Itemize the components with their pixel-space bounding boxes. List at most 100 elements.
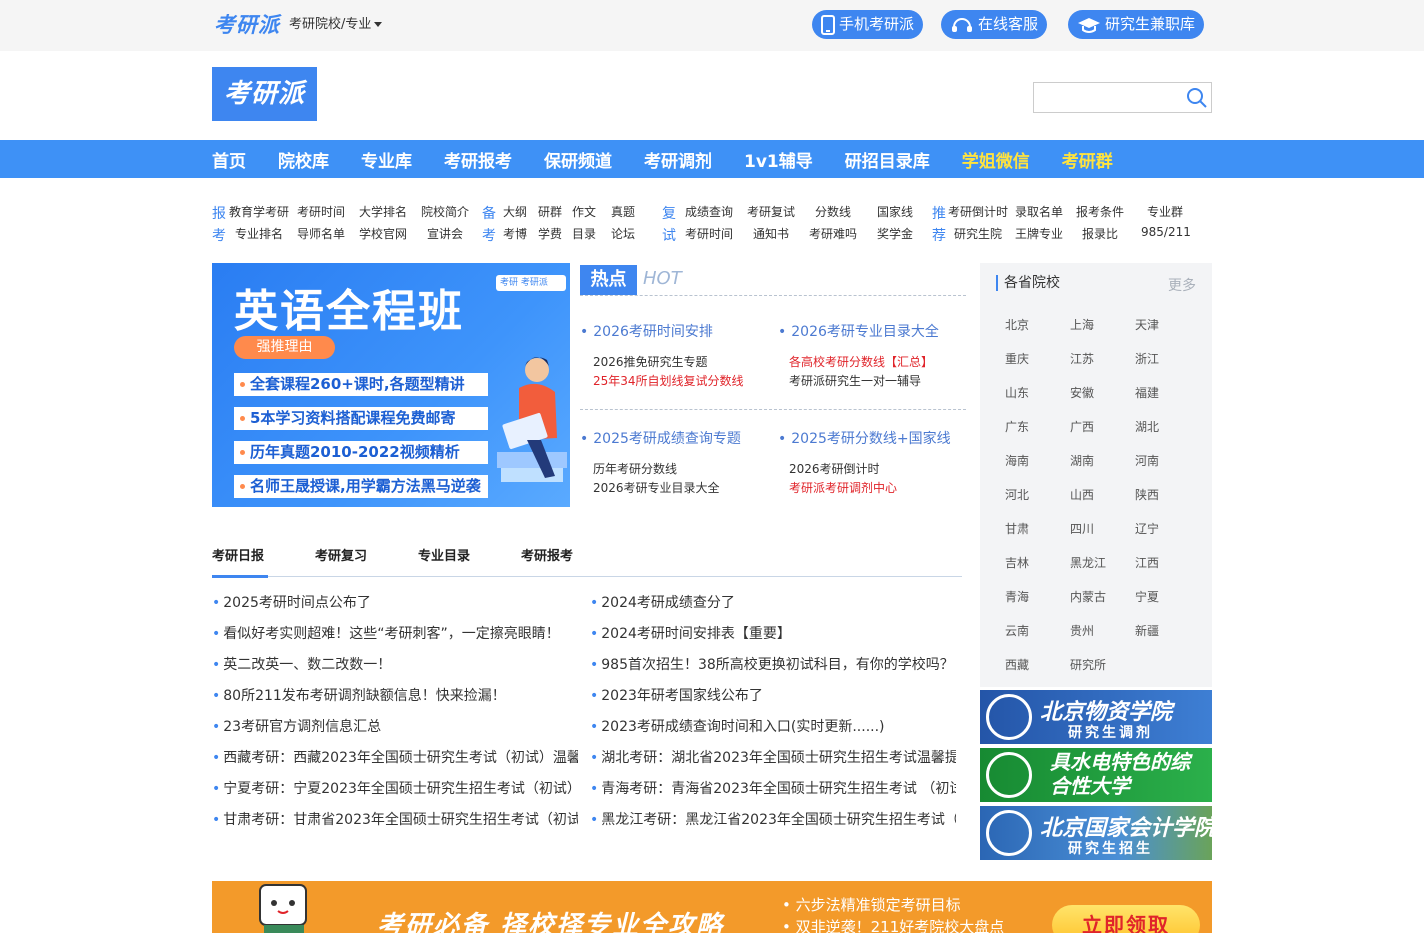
news-item[interactable]: 黑龙江考研：黑龙江省2023年全国硕士研究生招生考试（ <box>590 809 956 829</box>
bottom-banner-ad[interactable]: 考研必备 择校择专业全攻略 六步法精准锁定考研目标 双非逆袭！211好考院校大盘… <box>212 881 1212 933</box>
side-ad-1[interactable]: 北京物资学院 研究生调剂 <box>980 690 1212 744</box>
province-link[interactable]: 湖北 <box>1135 418 1159 435</box>
quick-link[interactable]: 专业排名 <box>235 225 283 242</box>
hot-link[interactable]: 考研派考研调剂中心 <box>789 479 897 496</box>
province-link[interactable]: 江苏 <box>1070 350 1094 367</box>
quick-link[interactable]: 考研难吗 <box>809 225 857 242</box>
hot-link[interactable]: 考研派研究生一对一辅导 <box>789 372 921 389</box>
quick-link[interactable]: 宣讲会 <box>427 225 463 242</box>
province-link[interactable]: 内蒙古 <box>1070 588 1106 605</box>
school-major-select[interactable]: 考研院校/专业 <box>289 13 383 32</box>
hot-link[interactable]: 25年34所自划线复试分数线 <box>593 372 744 389</box>
province-link[interactable]: 吉林 <box>1005 554 1029 571</box>
top-logo[interactable]: 考研派 <box>214 9 280 39</box>
news-item[interactable]: 宁夏考研：宁夏2023年全国硕士研究生招生考试（初试） <box>212 778 578 798</box>
province-link[interactable]: 广东 <box>1005 418 1029 435</box>
news-item[interactable]: 2025考研时间点公布了 <box>212 592 578 612</box>
quick-link[interactable]: 考研倒计时 <box>948 203 1008 220</box>
quick-link[interactable]: 985/211 <box>1141 225 1191 239</box>
quick-link[interactable]: 教育学考研 <box>229 203 289 220</box>
province-link[interactable]: 甘肃 <box>1005 520 1029 537</box>
quick-link[interactable]: 考研时间 <box>685 225 733 242</box>
hot-link[interactable]: 2026考研专业目录大全 <box>593 479 720 496</box>
nav-apply[interactable]: 考研报考 <box>444 147 512 172</box>
news-item[interactable]: 2023考研成绩查询时间和入口(实时更新......) <box>590 716 956 736</box>
quick-link[interactable]: 报考条件 <box>1076 203 1124 220</box>
hot-title[interactable]: 2025考研分数线+国家线 <box>778 428 950 448</box>
quick-link[interactable]: 论坛 <box>611 225 635 242</box>
quick-link[interactable]: 录取名单 <box>1015 203 1063 220</box>
province-link[interactable]: 天津 <box>1135 316 1159 333</box>
news-item[interactable]: 985首次招生！38所高校更换初试科目，有你的学校吗？ <box>590 654 956 674</box>
mobile-button[interactable]: 手机考研派 <box>812 10 924 39</box>
province-link[interactable]: 上海 <box>1070 316 1094 333</box>
quick-link[interactable]: 大学排名 <box>359 203 407 220</box>
province-link[interactable]: 云南 <box>1005 622 1029 639</box>
quick-link[interactable]: 考研复试 <box>747 203 795 220</box>
news-item[interactable]: 80所211发布考研调剂缺额信息！快来捡漏！ <box>212 685 578 705</box>
province-link[interactable]: 湖南 <box>1070 452 1094 469</box>
quick-link[interactable]: 学校官网 <box>359 225 407 242</box>
province-link[interactable]: 浙江 <box>1135 350 1159 367</box>
quick-link[interactable]: 真题 <box>611 203 635 220</box>
tab-catalog[interactable]: 专业目录 <box>418 545 470 564</box>
quick-link[interactable]: 作文 <box>572 203 596 220</box>
province-link[interactable]: 江西 <box>1135 554 1159 571</box>
news-item[interactable]: 看似好考实则超难！这些“考研刺客”，一定擦亮眼睛！ <box>212 623 578 643</box>
hot-link[interactable]: 2026考研倒计时 <box>789 460 880 477</box>
main-logo[interactable]: 考研派 <box>212 67 317 121</box>
quick-link[interactable]: 导师名单 <box>297 225 345 242</box>
parttime-library-button[interactable]: 研究生兼职库 <box>1068 10 1205 39</box>
news-item[interactable]: 湖北考研：湖北省2023年全国硕士研究生招生考试温馨提 <box>590 747 956 767</box>
quick-link[interactable]: 研群 <box>538 203 562 220</box>
quick-link[interactable]: 奖学金 <box>877 225 913 242</box>
tab-apply[interactable]: 考研报考 <box>521 545 573 564</box>
english-course-banner[interactable]: 英语全程班 考研 考研派 强推理由 全套课程260+课时,各题型精讲 5本学习资… <box>212 263 570 507</box>
hot-title[interactable]: 2026考研时间安排 <box>580 321 713 341</box>
nav-recommend[interactable]: 保研频道 <box>544 147 612 172</box>
nav-wechat[interactable]: 学姐微信 <box>962 147 1030 172</box>
nav-home[interactable]: 首页 <box>212 147 246 172</box>
nav-adjust[interactable]: 考研调剂 <box>644 147 712 172</box>
province-link[interactable]: 河南 <box>1135 452 1159 469</box>
news-item[interactable]: 23考研官方调剂信息汇总 <box>212 716 578 736</box>
online-service-button[interactable]: 在线客服 <box>941 10 1048 39</box>
province-link[interactable]: 研究所 <box>1070 656 1106 673</box>
province-link[interactable]: 北京 <box>1005 316 1029 333</box>
quick-link[interactable]: 成绩查询 <box>685 203 733 220</box>
hot-title[interactable]: 2026考研专业目录大全 <box>778 321 939 341</box>
province-link[interactable]: 山西 <box>1070 486 1094 503</box>
nav-schools[interactable]: 院校库 <box>278 147 329 172</box>
quick-link[interactable]: 大纲 <box>503 203 527 220</box>
news-item[interactable]: 西藏考研：西藏2023年全国硕士研究生考试（初试）温馨 <box>212 747 578 767</box>
province-link[interactable]: 西藏 <box>1005 656 1029 673</box>
nav-majors[interactable]: 专业库 <box>361 147 412 172</box>
province-link[interactable]: 新疆 <box>1135 622 1159 639</box>
province-link[interactable]: 山东 <box>1005 384 1029 401</box>
nav-group[interactable]: 考研群 <box>1062 147 1113 172</box>
quick-link[interactable]: 国家线 <box>877 203 913 220</box>
province-link[interactable]: 重庆 <box>1005 350 1029 367</box>
quick-link[interactable]: 学费 <box>538 225 562 242</box>
quick-link[interactable]: 王牌专业 <box>1015 225 1063 242</box>
news-item[interactable]: 英二改英一、数二改数一！ <box>212 654 578 674</box>
province-link[interactable]: 青海 <box>1005 588 1029 605</box>
province-link[interactable]: 陕西 <box>1135 486 1159 503</box>
province-link[interactable]: 黑龙江 <box>1070 554 1106 571</box>
nav-catalog[interactable]: 研招目录库 <box>845 147 930 172</box>
province-link[interactable]: 贵州 <box>1070 622 1094 639</box>
quick-link[interactable]: 院校简介 <box>421 203 469 220</box>
quick-link[interactable]: 专业群 <box>1147 203 1183 220</box>
news-item[interactable]: 青海考研：青海省2023年全国硕士研究生招生考试 （初试 <box>590 778 956 798</box>
province-link[interactable]: 海南 <box>1005 452 1029 469</box>
tab-daily[interactable]: 考研日报 <box>212 545 264 564</box>
quick-link[interactable]: 考研时间 <box>297 203 345 220</box>
quick-link[interactable]: 报录比 <box>1082 225 1118 242</box>
news-item[interactable]: 2024考研成绩查分了 <box>590 592 956 612</box>
province-link[interactable]: 宁夏 <box>1135 588 1159 605</box>
news-item[interactable]: 2023年研考国家线公布了 <box>590 685 956 705</box>
search-input[interactable] <box>1034 83 1179 112</box>
search-icon[interactable] <box>1186 87 1208 109</box>
quick-link[interactable]: 考博 <box>503 225 527 242</box>
province-link[interactable]: 广西 <box>1070 418 1094 435</box>
